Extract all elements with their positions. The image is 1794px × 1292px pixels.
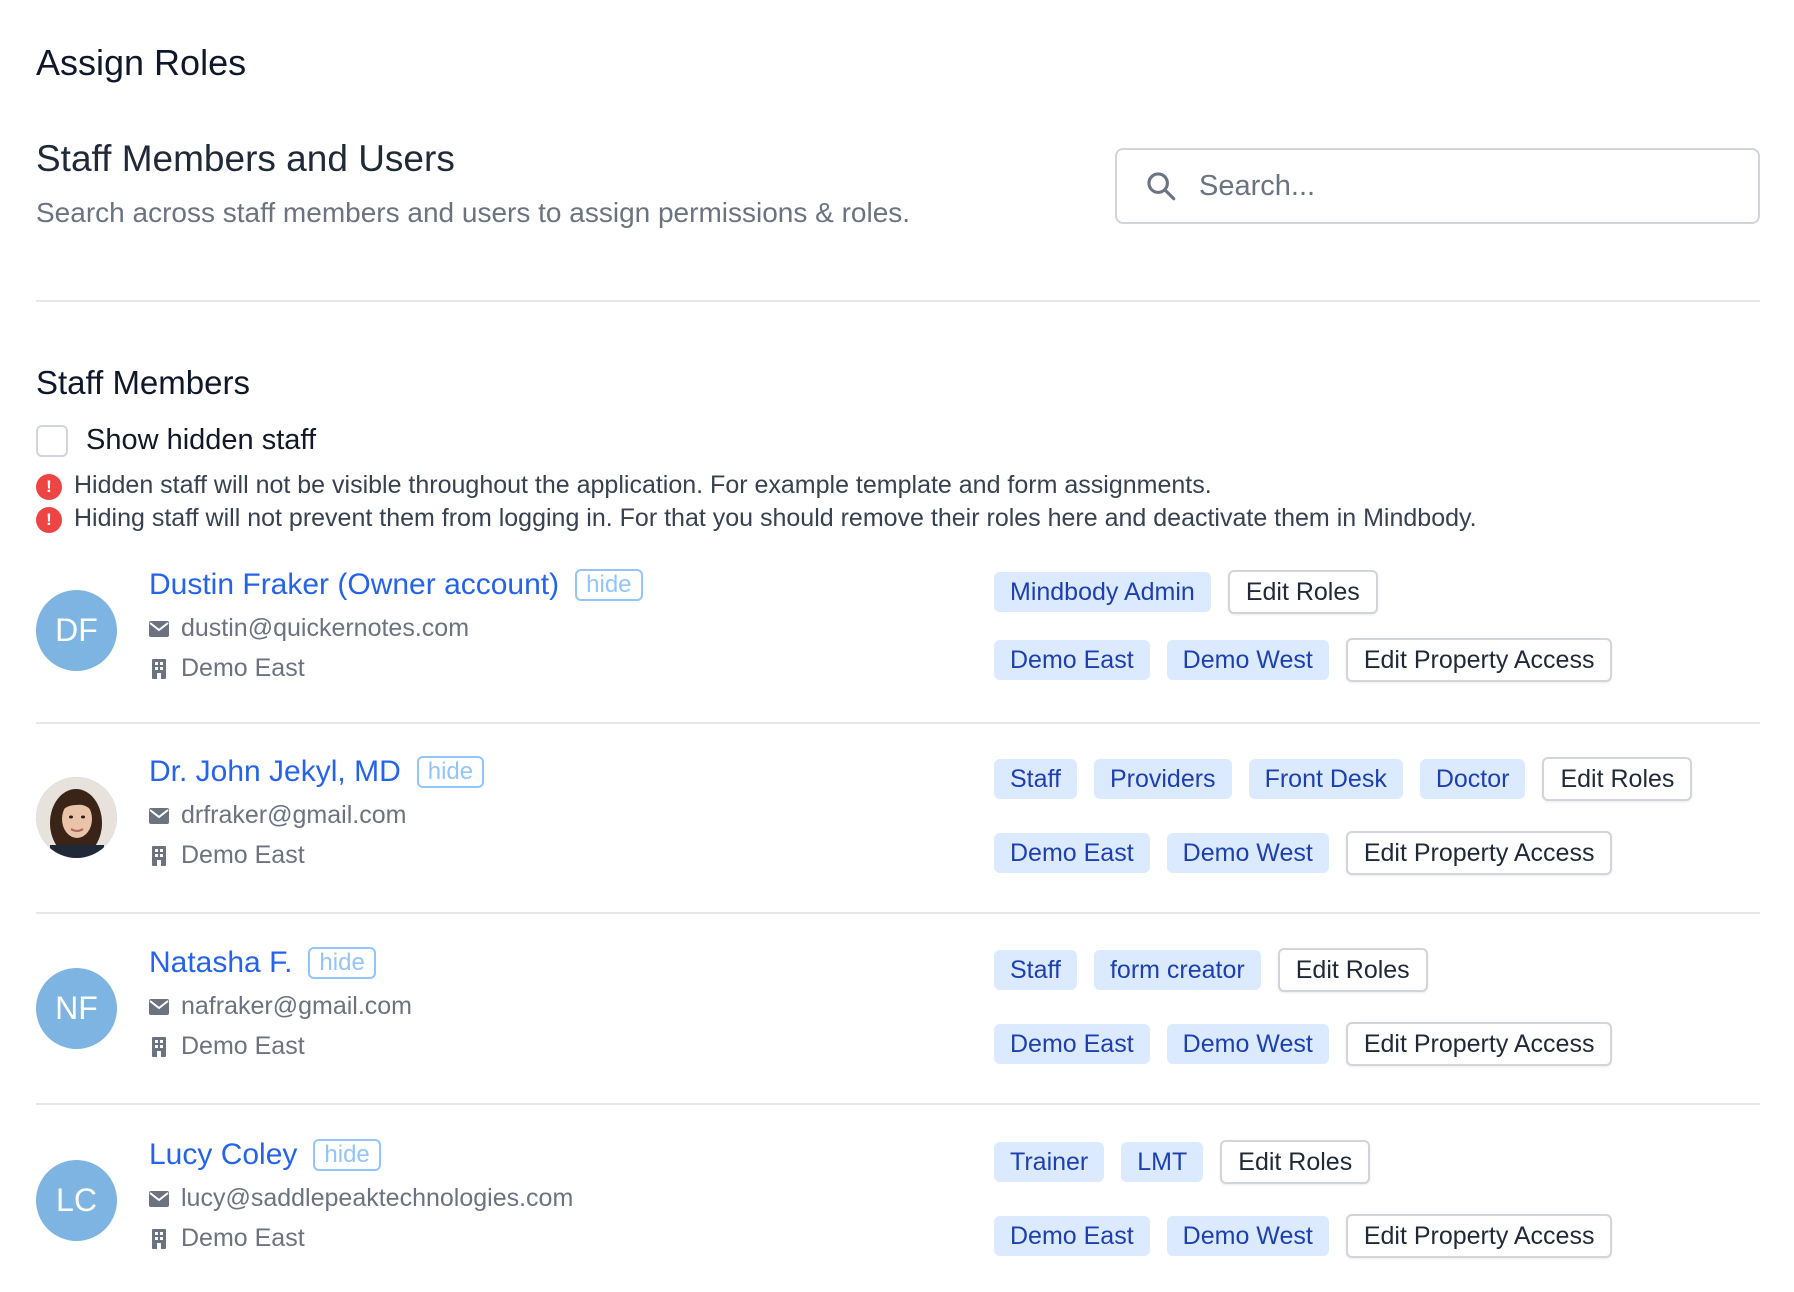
staff-name-link[interactable]: Natasha F. <box>149 946 292 980</box>
role-tag: form creator <box>1093 950 1261 990</box>
role-tag: Staff <box>994 950 1077 990</box>
property-tags: Demo East Demo West Edit Property Access <box>994 831 1613 875</box>
edit-property-access-button[interactable]: Edit Property Access <box>1345 1022 1613 1066</box>
staff-location-text: Demo East <box>181 841 305 869</box>
hide-button[interactable]: hide <box>313 1139 381 1171</box>
staff-email: dustin@quickernotes.com <box>149 614 469 643</box>
property-tag: Demo East <box>994 1216 1150 1256</box>
envelope-icon <box>149 1190 169 1207</box>
staff-location-text: Demo East <box>181 1224 305 1252</box>
note-text: Hidden staff will not be visible through… <box>74 470 1212 499</box>
role-tag: Staff <box>994 759 1077 799</box>
page-title: Assign Roles <box>36 42 247 83</box>
building-icon <box>149 1228 169 1249</box>
hidden-staff-note: ! Hidden staff will not be visible throu… <box>36 470 1212 500</box>
staff-name-line: Natasha F. hide <box>149 946 376 980</box>
staff-name-link[interactable]: Lucy Coley <box>149 1138 297 1172</box>
role-tag: Mindbody Admin <box>994 572 1211 612</box>
building-icon <box>149 658 169 679</box>
edit-roles-button[interactable]: Edit Roles <box>1277 948 1428 992</box>
role-tags: Mindbody Admin Edit Roles <box>994 570 1378 614</box>
staff-row: LC Lucy Coley hide lucy@saddlepeaktechnolog… <box>36 1138 1760 1288</box>
property-tags: Demo East Demo West Edit Property Access <box>994 638 1613 682</box>
edit-property-access-button[interactable]: Edit Property Access <box>1345 638 1613 682</box>
section-subtitle: Search across staff members and users to… <box>36 197 911 228</box>
staff-name-line: Dustin Fraker (Owner account) hide <box>149 568 643 602</box>
edit-roles-button[interactable]: Edit Roles <box>1220 1140 1371 1184</box>
assign-roles-page: Assign Roles Staff Members and Users Sea… <box>0 0 1794 1292</box>
role-tag: Providers <box>1093 759 1232 799</box>
staff-location: Demo East <box>149 1032 305 1061</box>
staff-location: Demo East <box>149 841 305 870</box>
note-text: Hiding staff will not prevent them from … <box>74 503 1477 532</box>
row-divider <box>36 722 1760 724</box>
staff-row: Dr. John Jekyl, MD hide drfraker@gmail.com… <box>36 755 1760 905</box>
staff-location: Demo East <box>149 654 305 683</box>
staff-members-heading: Staff Members <box>36 364 250 401</box>
section-title: Staff Members and Users <box>36 138 455 179</box>
property-tag: Demo West <box>1166 640 1329 680</box>
role-tag: Front Desk <box>1248 759 1403 799</box>
staff-email-text: nafraker@gmail.com <box>181 992 413 1020</box>
envelope-icon <box>149 807 169 824</box>
edit-roles-button[interactable]: Edit Roles <box>1227 570 1378 614</box>
role-tag: LMT <box>1121 1142 1204 1182</box>
role-tags: Trainer LMT Edit Roles <box>994 1140 1371 1184</box>
building-icon <box>149 1036 169 1057</box>
edit-property-access-button[interactable]: Edit Property Access <box>1345 1214 1613 1258</box>
show-hidden-staff-toggle[interactable]: Show hidden staff <box>36 424 316 457</box>
property-tags: Demo East Demo West Edit Property Access <box>994 1214 1613 1258</box>
staff-name-link[interactable]: Dustin Fraker (Owner account) <box>149 568 559 602</box>
show-hidden-staff-label[interactable]: Show hidden staff <box>86 424 316 457</box>
row-divider <box>36 1103 1760 1105</box>
role-tags: Staff Providers Front Desk Doctor Edit Roles <box>994 757 1693 801</box>
property-tag: Demo West <box>1166 1216 1329 1256</box>
staff-row: DF Dustin Fraker (Owner account) hide dusti… <box>36 568 1760 718</box>
hide-button[interactable]: hide <box>575 569 643 601</box>
staff-email: drfraker@gmail.com <box>149 801 406 830</box>
edit-roles-button[interactable]: Edit Roles <box>1542 757 1693 801</box>
envelope-icon <box>149 620 169 637</box>
hiding-staff-note: ! Hiding staff will not prevent them fro… <box>36 503 1477 533</box>
avatar: NF <box>36 968 117 1049</box>
hide-button[interactable]: hide <box>308 947 376 979</box>
staff-email: nafraker@gmail.com <box>149 992 412 1021</box>
role-tags: Staff form creator Edit Roles <box>994 948 1428 992</box>
staff-row: NF Natasha F. hide nafraker@gmail.com Demo E… <box>36 946 1760 1096</box>
warning-icon: ! <box>36 507 62 533</box>
staff-email-text: drfraker@gmail.com <box>181 801 407 829</box>
staff-name-line: Lucy Coley hide <box>149 1138 381 1172</box>
search-icon <box>1143 168 1179 204</box>
property-tag: Demo East <box>994 833 1150 873</box>
section-divider <box>36 300 1760 302</box>
staff-email: lucy@saddlepeaktechnologies.com <box>149 1184 573 1213</box>
staff-name-link[interactable]: Dr. John Jekyl, MD <box>149 755 401 789</box>
row-divider <box>36 912 1760 914</box>
building-icon <box>149 845 169 866</box>
avatar-photo <box>36 777 117 858</box>
staff-location: Demo East <box>149 1224 305 1253</box>
staff-email-text: dustin@quickernotes.com <box>181 614 470 642</box>
envelope-icon <box>149 998 169 1015</box>
edit-property-access-button[interactable]: Edit Property Access <box>1345 831 1613 875</box>
role-tag: Trainer <box>994 1142 1105 1182</box>
avatar: LC <box>36 1160 117 1241</box>
staff-name-line: Dr. John Jekyl, MD hide <box>149 755 485 789</box>
staff-location-text: Demo East <box>181 1032 305 1060</box>
property-tag: Demo West <box>1166 833 1329 873</box>
property-tag: Demo West <box>1166 1024 1329 1064</box>
staff-email-text: lucy@saddlepeaktechnologies.com <box>181 1184 574 1212</box>
staff-location-text: Demo East <box>181 654 305 682</box>
avatar: DF <box>36 590 117 671</box>
show-hidden-staff-checkbox[interactable] <box>36 424 68 457</box>
property-tag: Demo East <box>994 640 1150 680</box>
property-tag: Demo East <box>994 1024 1150 1064</box>
search-box[interactable] <box>1115 148 1760 224</box>
search-input[interactable] <box>1199 169 1719 203</box>
warning-icon: ! <box>36 474 62 500</box>
property-tags: Demo East Demo West Edit Property Access <box>994 1022 1613 1066</box>
role-tag: Doctor <box>1419 759 1526 799</box>
hide-button[interactable]: hide <box>416 756 485 788</box>
